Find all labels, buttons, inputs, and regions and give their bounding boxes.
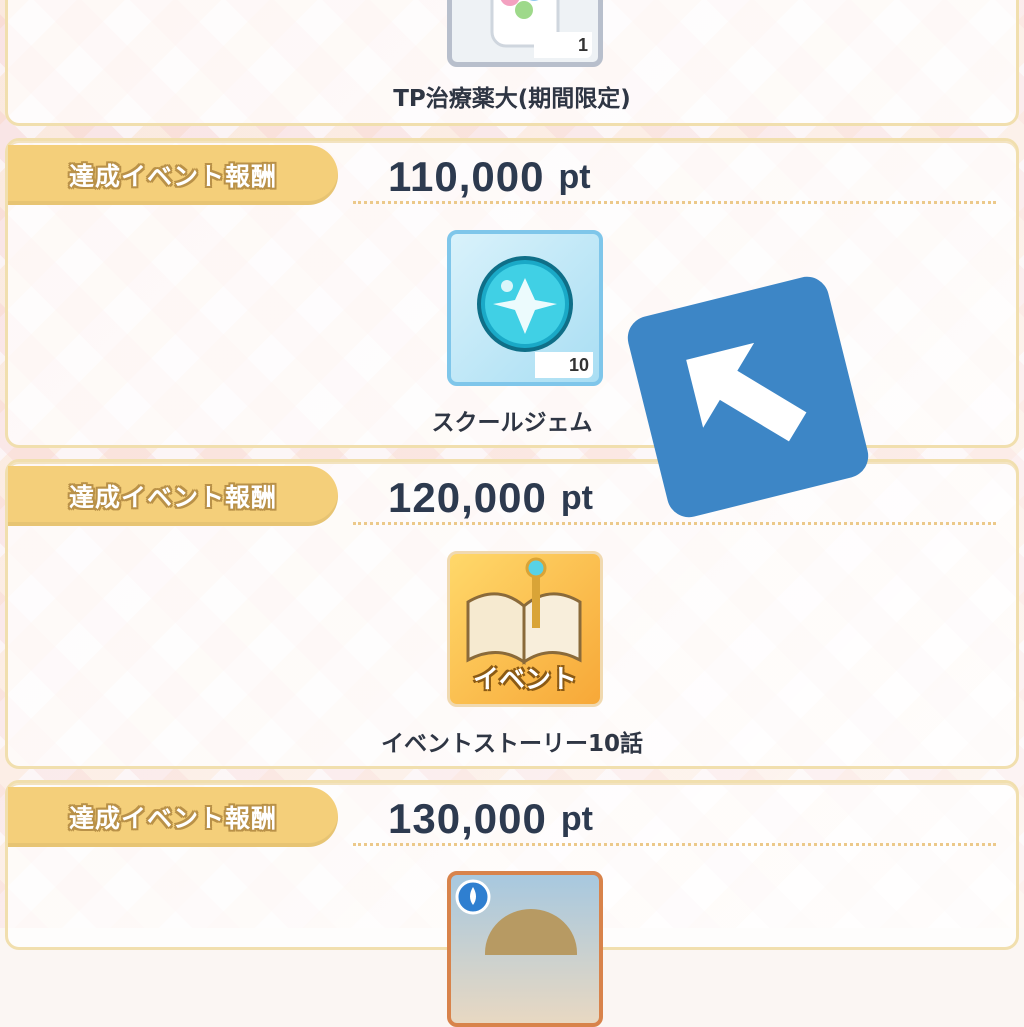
- item-count: 1: [577, 35, 588, 55]
- points-threshold: 110,000 pt: [388, 147, 591, 207]
- item-label: イベントストーリー10話: [380, 731, 643, 757]
- tp-potion-icon[interactable]: 1: [447, 0, 603, 67]
- card-art: [455, 879, 577, 997]
- school-gem-icon[interactable]: 10: [447, 230, 603, 386]
- reward-panel-2: 達成イベント報酬 120,000 pt イベント イベントストーリー10話: [5, 459, 1019, 769]
- points-threshold: 130,000 pt: [388, 789, 593, 849]
- item-label: TP治療薬大(期間限定): [393, 86, 631, 112]
- achievement-ribbon: 達成イベント報酬: [8, 145, 338, 205]
- event-story-icon[interactable]: イベント: [447, 551, 603, 707]
- reward-panel-1: 達成イベント報酬 110,000 pt 10 スクールジェム: [5, 138, 1019, 448]
- dotted-divider: [353, 522, 996, 525]
- reward-panel-0: 1 TP治療薬大(期間限定): [5, 0, 1019, 126]
- icon-event-text: イベント: [472, 665, 577, 695]
- item-label: スクールジェム: [431, 410, 593, 436]
- reward-panel-3: 達成イベント報酬 130,000 pt: [5, 780, 1019, 1027]
- points-value: 110,000: [388, 153, 545, 200]
- ribbon-label: 達成イベント報酬: [68, 804, 277, 833]
- achievement-ribbon: 達成イベント報酬: [8, 787, 338, 847]
- points-unit: pt: [558, 157, 591, 196]
- ribbon-label: 達成イベント報酬: [68, 162, 277, 191]
- item-count: 10: [568, 355, 589, 375]
- points-threshold: 120,000 pt: [388, 468, 593, 528]
- achievement-ribbon: 達成イベント報酬: [8, 466, 338, 526]
- points-value: 120,000: [388, 474, 547, 521]
- dotted-divider: [353, 843, 996, 846]
- ribbon-label: 達成イベント報酬: [68, 483, 277, 512]
- dotted-divider: [353, 201, 996, 204]
- card-portrait-icon[interactable]: [447, 871, 603, 1027]
- points-unit: pt: [560, 799, 593, 838]
- points-value: 130,000: [388, 795, 547, 842]
- points-unit: pt: [560, 478, 593, 517]
